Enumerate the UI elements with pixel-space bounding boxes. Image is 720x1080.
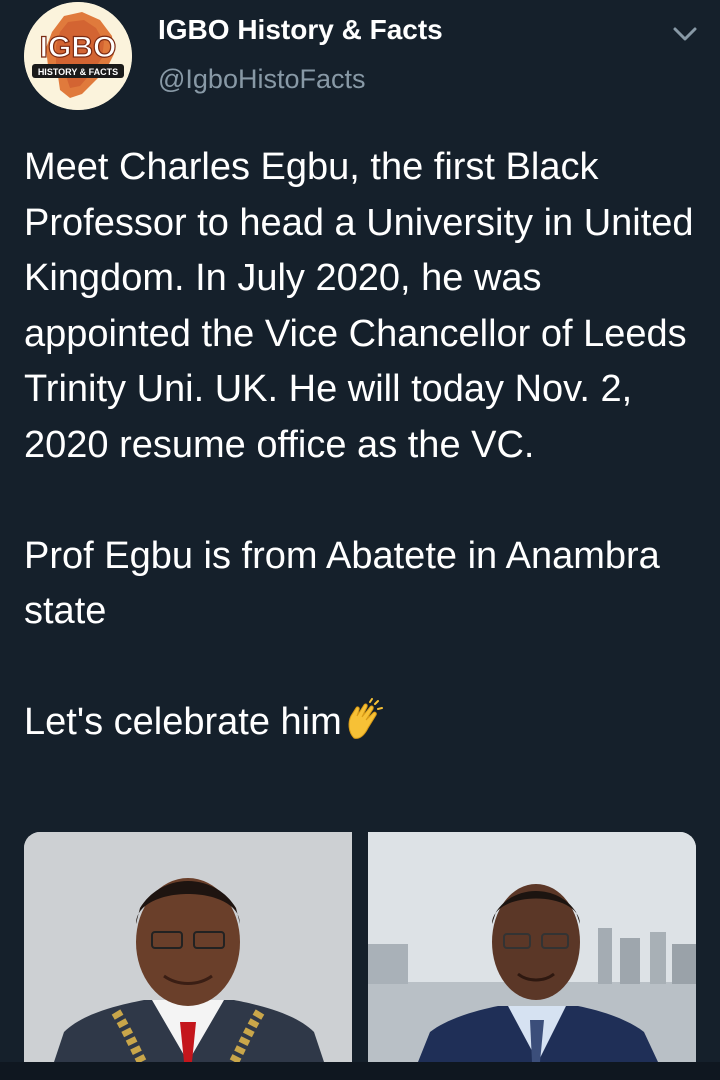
svg-text:IGBO: IGBO xyxy=(40,31,117,64)
bottom-edge xyxy=(0,1062,720,1080)
tweet-paragraph: Meet Charles Egbu, the first Black Profe… xyxy=(24,146,694,466)
chevron-down-icon xyxy=(673,27,697,41)
tweet-paragraph-last: Let's celebrate him xyxy=(24,695,704,751)
tweet-paragraph-text: Let's celebrate him xyxy=(24,701,342,743)
account-display-name[interactable]: IGBO History & Facts xyxy=(158,14,443,46)
tweet-media-grid xyxy=(24,832,696,1062)
account-avatar[interactable]: IGBO HISTORY & FACTS xyxy=(24,2,132,110)
tweet-photo-1[interactable] xyxy=(24,832,352,1062)
portrait-photo-icon xyxy=(368,832,696,1062)
portrait-photo-icon xyxy=(24,832,352,1062)
tweet-photo-2[interactable] xyxy=(368,832,696,1062)
tweet-menu-button[interactable] xyxy=(668,20,702,48)
tweet-text: Meet Charles Egbu, the first Black Profe… xyxy=(24,140,704,751)
igbo-logo-icon: IGBO HISTORY & FACTS xyxy=(24,2,132,110)
svg-text:HISTORY & FACTS: HISTORY & FACTS xyxy=(38,67,118,77)
clapping-hands-icon xyxy=(342,698,386,742)
tweet-paragraph: Prof Egbu is from Abatete in Anambra sta… xyxy=(24,534,660,633)
tweet-card: IGBO HISTORY & FACTS IGBO History & Fact… xyxy=(0,0,720,1080)
account-handle[interactable]: @IgboHistoFacts xyxy=(158,64,365,95)
